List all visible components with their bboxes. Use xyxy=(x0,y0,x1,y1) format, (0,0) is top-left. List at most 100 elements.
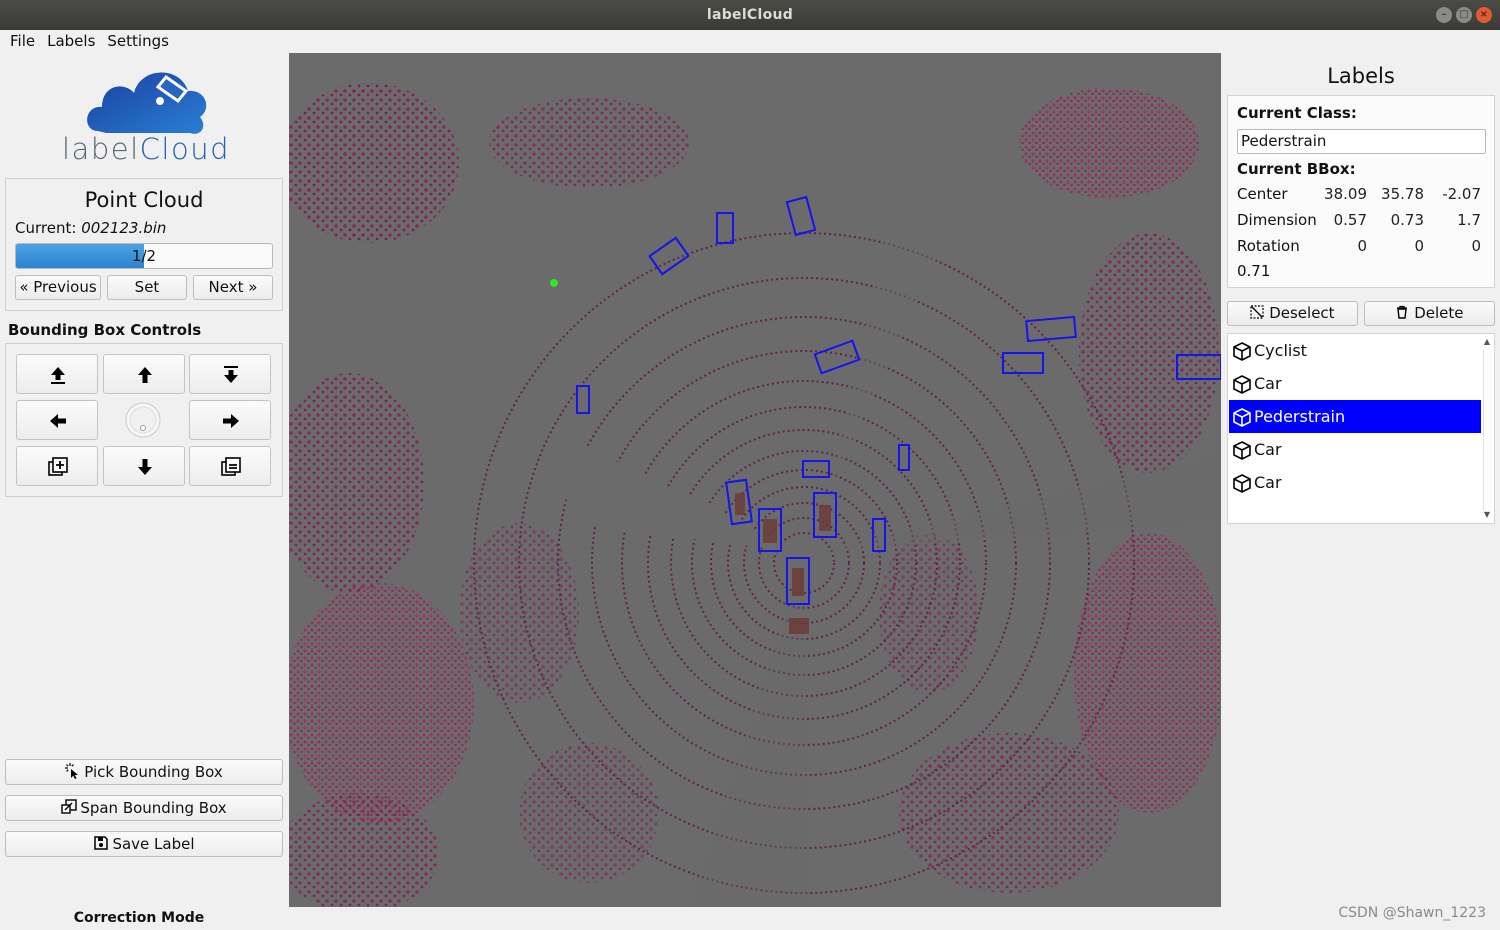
label-list-item-text: Pederstrain xyxy=(1254,407,1346,426)
arrow-left-icon xyxy=(50,414,66,428)
move-up-button[interactable] xyxy=(16,354,98,394)
label-list-item[interactable]: Cyclist xyxy=(1229,334,1481,367)
cube-icon xyxy=(1233,375,1251,394)
scroll-up-icon[interactable]: ▲ xyxy=(1482,336,1492,348)
minus-box-icon xyxy=(221,457,241,476)
span-bbox-label: Span Bounding Box xyxy=(80,799,227,817)
dimension-z: 1.7 xyxy=(1457,211,1481,229)
delete-label: Delete xyxy=(1414,304,1464,322)
mode-label: Correction Mode xyxy=(73,910,205,926)
move-left-button[interactable] xyxy=(16,400,98,440)
deselect-label: Deselect xyxy=(1269,304,1335,322)
deselect-button[interactable]: Deselect xyxy=(1227,301,1358,326)
point-cloud-render xyxy=(289,83,1221,907)
label-list-item[interactable]: Car xyxy=(1229,466,1481,499)
current-bbox-heading: Current BBox: xyxy=(1237,160,1356,178)
dimension-row: Dimension 0.57 0.73 1.7 xyxy=(1237,211,1487,231)
current-file-line: Current: 002123.bin xyxy=(15,219,166,237)
rotation-z: 0 xyxy=(1471,237,1481,255)
current-file-label: Current: xyxy=(15,219,77,237)
save-label-button[interactable]: Save Label xyxy=(5,831,283,857)
center-x: 38.09 xyxy=(1324,185,1367,203)
deselect-icon xyxy=(1250,305,1265,319)
labels-title: Labels xyxy=(1327,64,1395,88)
file-progress-bar: 1/2 xyxy=(15,243,273,269)
label-list-item[interactable]: Car xyxy=(1229,367,1481,400)
label-list-item-text: Car xyxy=(1254,473,1282,492)
progress-text: 1/2 xyxy=(131,247,157,265)
center-label: Center xyxy=(1237,185,1288,203)
arrow-up-bar-icon xyxy=(51,367,65,384)
cube-icon xyxy=(1233,474,1251,493)
rotation-row: Rotation 0 0 0 xyxy=(1237,237,1487,257)
arrow-down-icon xyxy=(138,459,152,475)
point-cloud-title: Point Cloud xyxy=(84,188,204,212)
center-z: -2.07 xyxy=(1442,185,1481,203)
center-row: Center 38.09 35.78 -2.07 xyxy=(1237,185,1487,205)
point-cloud-group: Point Cloud Current: 002123.bin 1/2 « Pr… xyxy=(5,178,283,311)
pick-bbox-button[interactable]: Pick Bounding Box xyxy=(5,759,283,785)
arrow-right-icon xyxy=(223,414,239,428)
logo-text-cloud: Cloud xyxy=(139,132,230,166)
move-down-button[interactable] xyxy=(189,354,271,394)
label-list-item-text: Car xyxy=(1254,440,1282,459)
watermark: CSDN @Shawn_1223 xyxy=(1338,905,1486,921)
scroll-down-icon[interactable]: ▼ xyxy=(1482,509,1492,521)
span-box-icon xyxy=(61,799,78,814)
point-cloud-viewport[interactable] xyxy=(289,53,1221,907)
window-titlebar: labelCloud – □ × xyxy=(0,0,1500,30)
minimize-icon[interactable]: – xyxy=(1436,7,1452,23)
current-class-field[interactable]: Pederstrain xyxy=(1237,129,1486,154)
scrollbar[interactable] xyxy=(1483,350,1491,510)
move-backward-button[interactable] xyxy=(103,446,185,486)
menu-settings[interactable]: Settings xyxy=(102,30,176,52)
label-list-item[interactable]: Car xyxy=(1229,433,1481,466)
plus-box-icon xyxy=(48,457,68,476)
maximize-icon[interactable]: □ xyxy=(1456,7,1472,23)
dimension-y: 0.73 xyxy=(1390,211,1424,229)
pick-bbox-label: Pick Bounding Box xyxy=(84,763,223,781)
current-bbox-info: Current Class: Pederstrain Current BBox:… xyxy=(1227,95,1495,288)
pointer-spark-icon xyxy=(65,763,79,779)
cube-icon xyxy=(1233,342,1251,361)
rotation-extra: 0.71 xyxy=(1237,262,1271,280)
cube-icon xyxy=(1233,441,1251,460)
span-bbox-button[interactable]: Span Bounding Box xyxy=(5,795,283,821)
label-list-item-selected[interactable]: Pederstrain xyxy=(1229,400,1481,433)
bbox-controls-title: Bounding Box Controls xyxy=(8,321,202,339)
save-label-text: Save Label xyxy=(112,835,195,853)
save-icon xyxy=(94,836,109,850)
current-file-name: 002123.bin xyxy=(81,219,167,237)
menu-labels[interactable]: Labels xyxy=(42,30,102,52)
window-title: labelCloud xyxy=(706,7,794,23)
arrow-down-bar-icon xyxy=(224,366,238,383)
label-list-item-text: Cyclist xyxy=(1254,341,1307,360)
label-list[interactable]: Cyclist Car Pederstrain Car Car ▲ ▼ xyxy=(1227,333,1495,524)
rotation-label: Rotation xyxy=(1237,237,1300,255)
menu-file[interactable]: File xyxy=(0,30,42,52)
trash-icon xyxy=(1397,305,1408,319)
delete-button[interactable]: Delete xyxy=(1364,301,1495,326)
logo-text-label: label xyxy=(62,132,140,166)
dimension-x: 0.57 xyxy=(1333,211,1367,229)
previous-button[interactable]: « Previous xyxy=(15,275,101,300)
set-button[interactable]: Set xyxy=(107,275,187,300)
rotation-x: 0 xyxy=(1357,237,1367,255)
menu-bar: File Labels Settings xyxy=(0,30,176,52)
center-y: 35.78 xyxy=(1381,185,1424,203)
arrow-up-icon xyxy=(138,367,152,383)
object-points xyxy=(735,493,831,634)
rotation-dial[interactable] xyxy=(123,400,163,440)
decrease-size-button[interactable] xyxy=(189,446,271,486)
logo-text: labelCloud xyxy=(54,132,238,166)
increase-size-button[interactable] xyxy=(16,446,98,486)
current-class-heading: Current Class: xyxy=(1237,104,1357,122)
move-forward-button[interactable] xyxy=(103,354,185,394)
dimension-label: Dimension xyxy=(1237,211,1317,229)
label-list-item-text: Car xyxy=(1254,374,1282,393)
next-button[interactable]: Next » xyxy=(193,275,273,300)
close-icon[interactable]: × xyxy=(1476,7,1492,23)
cube-icon xyxy=(1233,408,1251,427)
move-right-button[interactable] xyxy=(189,400,271,440)
rotation-y: 0 xyxy=(1414,237,1424,255)
